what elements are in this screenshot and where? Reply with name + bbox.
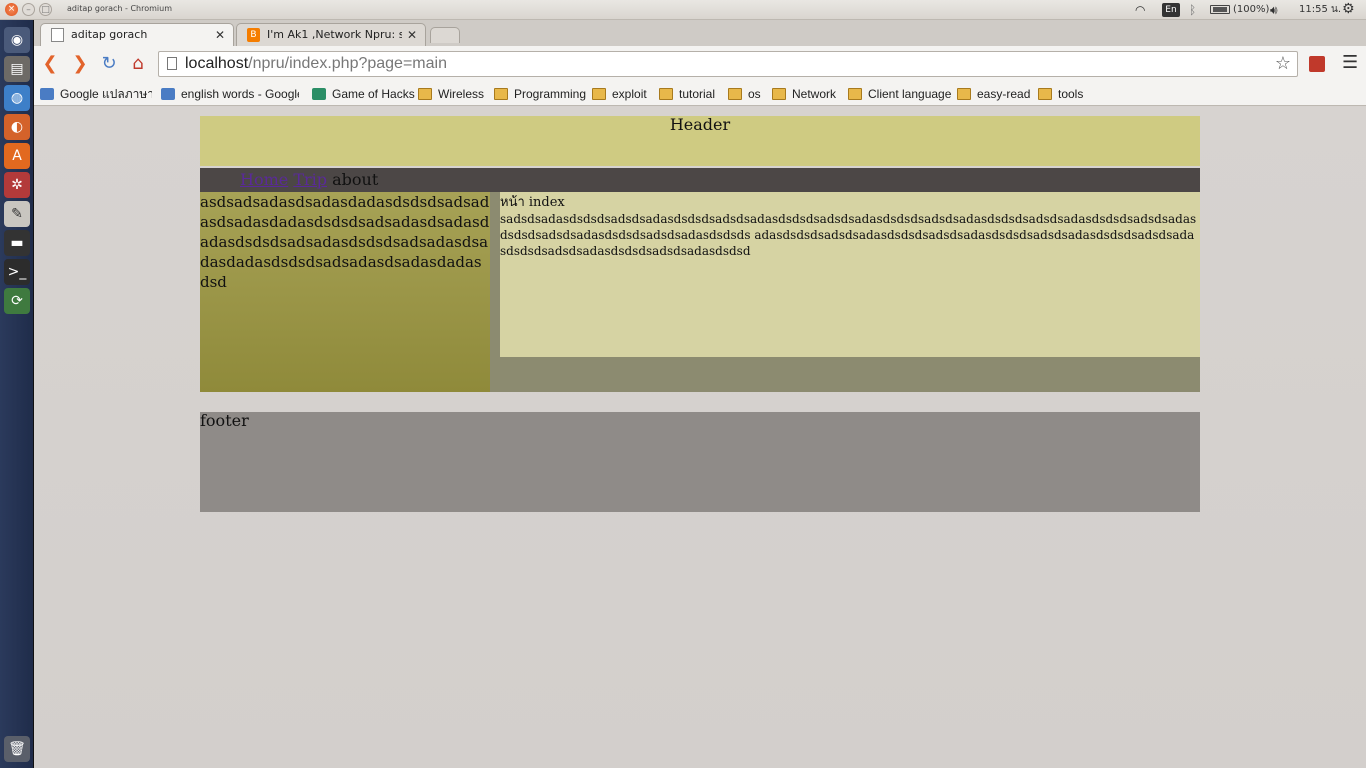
clock[interactable]: 11:55 น. (1299, 2, 1341, 18)
bookmark-folder-easy-read[interactable]: easy-read (957, 86, 1030, 102)
window-maximize-icon[interactable]: □ (39, 3, 52, 16)
bookmark-folder-network[interactable]: Network (772, 86, 836, 102)
bookmark-folder-tools[interactable]: tools (1038, 86, 1083, 102)
system-top-panel: × – □ aditap gorach - Chromium ◠ En ᛒ (1… (0, 0, 1366, 20)
window-title: aditap gorach - Chromium (67, 4, 173, 13)
bookmark-folder-programming[interactable]: Programming (494, 86, 586, 102)
terminal-icon[interactable]: >_ (4, 259, 30, 285)
tab-label: I'm Ak1 ,Network Npru: sim (267, 28, 402, 41)
chrome-menu-icon[interactable]: ☰ (1342, 52, 1358, 73)
page-favicon-icon (51, 28, 64, 42)
unity-launcher: ◉ ▤ ◍ ◐ A ✲ ✎ ▬ >_ ⟳ 🗑︎ (0, 20, 34, 768)
nav-link-home[interactable]: Home (240, 170, 288, 189)
main-content: หน้า index sadsdsadasdsdsdsadsdsadasdsds… (500, 192, 1200, 357)
files-icon[interactable]: ▤ (4, 56, 30, 82)
tab-close-icon[interactable]: ✕ (215, 24, 225, 46)
site-footer: footer (200, 412, 1200, 512)
window-close-icon[interactable]: × (5, 3, 18, 16)
game-of-hacks-icon (312, 88, 326, 100)
site-nav: Home Trip about (200, 168, 1200, 192)
battery-percentage: (100%) (1233, 4, 1270, 15)
reload-icon[interactable]: ↻ (97, 52, 121, 76)
bookmark-star-icon[interactable]: ☆ (1275, 53, 1291, 74)
keyboard-language-indicator[interactable]: En (1162, 3, 1180, 17)
url-text[interactable]: localhost/npru/index.php?page=main (185, 55, 447, 73)
forward-icon[interactable]: ❯ (68, 52, 92, 76)
new-tab-button[interactable] (430, 27, 460, 43)
url-host: localhost (185, 55, 249, 72)
address-bar[interactable]: localhost/npru/index.php?page=main ☆ (158, 51, 1298, 77)
bookmarks-bar: Google แปลภาษา english words - Google ↑ … (34, 82, 1366, 106)
software-center-icon[interactable]: A (4, 143, 30, 169)
bookmark-folder-exploit[interactable]: exploit (592, 86, 647, 102)
folder-icon (728, 88, 742, 100)
home-icon[interactable]: ⌂ (126, 52, 150, 76)
bookmark-folder-wireless[interactable]: Wireless (418, 86, 484, 102)
bookmark-folder-client-language[interactable]: Client language (848, 86, 951, 102)
folder-icon (772, 88, 786, 100)
nav-link-trip[interactable]: Trip (293, 170, 327, 189)
tab-close-icon[interactable]: ✕ (407, 24, 417, 46)
site-container: Header Home Trip about asdsadsadasdsadas… (200, 116, 1200, 512)
google-icon (161, 88, 175, 100)
chromium-icon[interactable]: ◍ (4, 85, 30, 111)
browser-tab-bar: aditap gorach ✕ B I'm Ak1 ,Network Npru:… (34, 20, 1366, 46)
back-icon[interactable]: ❮ (38, 52, 62, 76)
system-settings-gear-icon[interactable]: ⚙ (1342, 1, 1355, 17)
content-text: sadsdsadasdsdsdsadsdsadasdsdsdsadsdsadas… (500, 212, 1197, 258)
bookmark-folder-tutorial[interactable]: tutorial (659, 86, 715, 102)
content-title: หน้า index (500, 195, 565, 210)
site-header: Header (200, 116, 1200, 166)
window-minimize-icon[interactable]: – (22, 3, 35, 16)
site-body: asdsadsadasdsadasdadasdsdsdsadsadasdsada… (200, 192, 1200, 392)
dash-home-icon[interactable]: ◉ (4, 27, 30, 53)
url-path: /npru/index.php?page=main (248, 55, 447, 72)
battery-icon[interactable] (1210, 5, 1230, 14)
google-translate-icon (40, 88, 54, 100)
wifi-icon[interactable]: ◠ (1135, 2, 1145, 18)
bluetooth-icon[interactable]: ᛒ (1189, 2, 1196, 18)
tab-label: aditap gorach (71, 28, 148, 41)
tab-network-npru[interactable]: B I'm Ak1 ,Network Npru: sim ✕ (236, 23, 426, 46)
folder-icon (418, 88, 432, 100)
folder-icon (592, 88, 606, 100)
bookmark-english-words[interactable]: english words - Google ↑ (161, 86, 299, 102)
tab-aditap-gorach[interactable]: aditap gorach ✕ (40, 23, 234, 46)
page-info-icon[interactable] (167, 57, 177, 70)
firefox-icon[interactable]: ◐ (4, 114, 30, 140)
system-settings-icon[interactable]: ✲ (4, 172, 30, 198)
folder-icon (659, 88, 673, 100)
blogger-favicon-icon: B (247, 28, 260, 42)
page-viewport: Header Home Trip about asdsadsadasdsadas… (34, 107, 1366, 768)
extension-icon[interactable] (1309, 56, 1325, 72)
nav-item-about: about (332, 170, 379, 189)
browser-toolbar: ❮ ❯ ↻ ⌂ localhost/npru/index.php?page=ma… (34, 46, 1366, 82)
folder-icon (848, 88, 862, 100)
sidebar-text: asdsadsadasdsadasdadasdsdsdsadsadasdsada… (200, 192, 490, 392)
bookmark-folder-os[interactable]: os (728, 86, 761, 102)
volume-icon[interactable]: 🔊︎ (1270, 2, 1278, 18)
folder-icon (494, 88, 508, 100)
bookmark-google-translate[interactable]: Google แปลภาษา (40, 86, 152, 102)
trash-icon[interactable]: 🗑︎ (4, 736, 30, 762)
update-manager-icon[interactable]: ⟳ (4, 288, 30, 314)
text-editor-icon[interactable]: ✎ (4, 201, 30, 227)
folder-icon (957, 88, 971, 100)
system-monitor-icon[interactable]: ▬ (4, 230, 30, 256)
folder-icon (1038, 88, 1052, 100)
bookmark-game-of-hacks[interactable]: Game of Hacks (312, 86, 415, 102)
